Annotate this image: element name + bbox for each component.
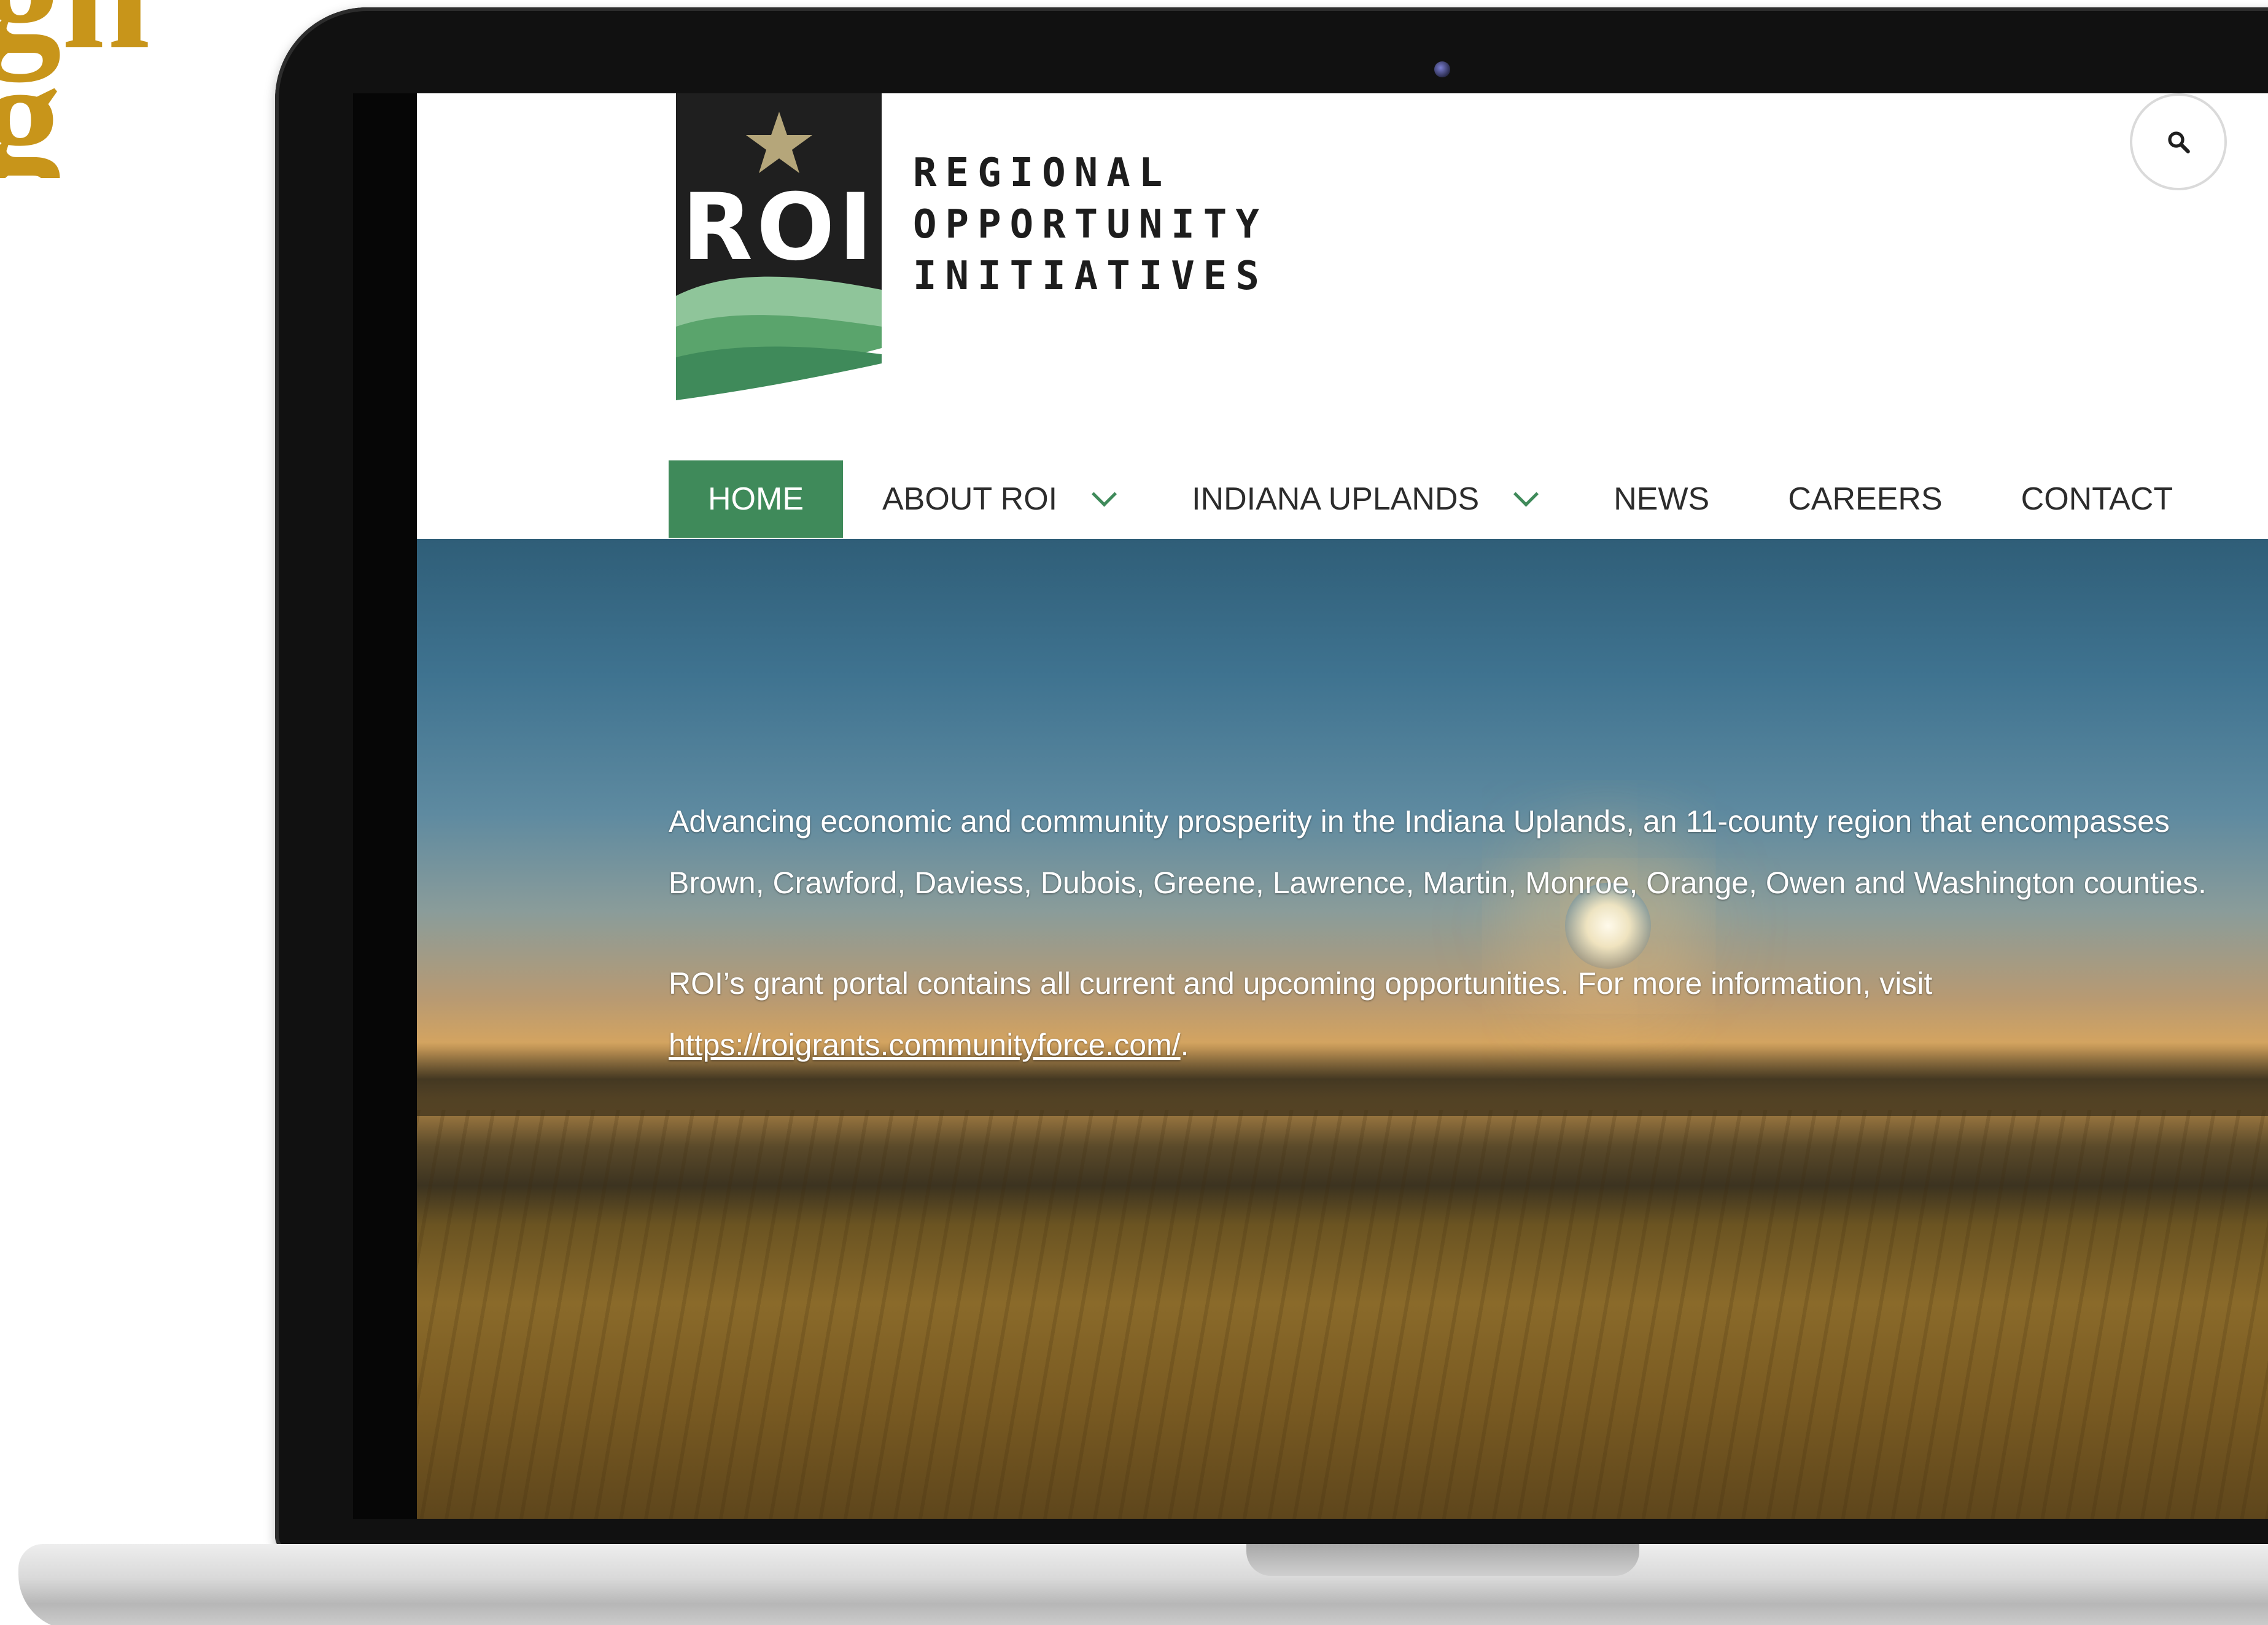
roi-logo-mark[interactable]: ROI (676, 93, 882, 400)
hero-paragraph-grants: ROI’s grant portal contains all current … (669, 953, 2240, 1076)
screen-bezel-edge (353, 93, 417, 1519)
nav-news-label: NEWS (1614, 481, 1710, 517)
nav-careers-label: CAREERS (1788, 481, 1943, 517)
hero-banner: Advancing economic and community prosper… (417, 539, 2268, 1519)
logo-line-opportunity: OPPORTUNITY (913, 202, 1268, 247)
main-nav: HOME ABOUT ROI INDIANA UPLANDS NEWS CARE… (669, 459, 2212, 539)
site-header: ROI REGIONAL OPPORTUNITY INITIATIVES HOM… (417, 93, 2268, 539)
logo-wordmark[interactable]: REGIONAL OPPORTUNITY INITIATIVES (913, 147, 1268, 302)
nav-careers[interactable]: CAREERS (1749, 460, 1981, 538)
cropped-heading-fragment: gn g (0, 0, 150, 178)
logo-line-initiatives: INITIATIVES (913, 254, 1268, 299)
nav-indiana-uplands[interactable]: INDIANA UPLANDS (1152, 460, 1574, 538)
nav-contact[interactable]: CONTACT (1982, 460, 2212, 538)
search-icon (2168, 131, 2190, 153)
nav-home-label: HOME (708, 481, 804, 517)
chevron-down-icon[interactable] (1513, 481, 1539, 507)
page: gn g ROI REGIONAL OPPORTUNITY INIT (0, 0, 2268, 1625)
logo-line-regional: REGIONAL (913, 150, 1171, 196)
nav-contact-label: CONTACT (2021, 481, 2173, 517)
nav-indiana-uplands-label: INDIANA UPLANDS (1192, 481, 1480, 517)
hero-paragraph-mission: Advancing economic and community prosper… (669, 804, 2207, 900)
hero-text: Advancing economic and community prosper… (669, 791, 2240, 1115)
grant-portal-period: . (1180, 1028, 1189, 1062)
laptop-hinge-notch (1246, 1544, 1639, 1576)
grant-portal-link[interactable]: https://roigrants.communityforce.com/ (669, 1028, 1181, 1062)
search-button[interactable] (2130, 93, 2227, 190)
laptop-base (18, 1544, 2268, 1625)
grant-portal-text: ROI’s grant portal contains all current … (669, 966, 1933, 1001)
nav-about-roi-label: ABOUT ROI (882, 481, 1058, 517)
nav-news[interactable]: NEWS (1574, 460, 1749, 538)
browser-viewport: ROI REGIONAL OPPORTUNITY INITIATIVES HOM… (417, 93, 2268, 1519)
nav-home[interactable]: HOME (669, 460, 843, 538)
nav-about-roi[interactable]: ABOUT ROI (843, 460, 1152, 538)
logo-mark-text: ROI (682, 174, 877, 281)
camera-icon (1434, 61, 1450, 77)
wheat-field (417, 1110, 2268, 1519)
chevron-down-icon[interactable] (1092, 481, 1117, 507)
